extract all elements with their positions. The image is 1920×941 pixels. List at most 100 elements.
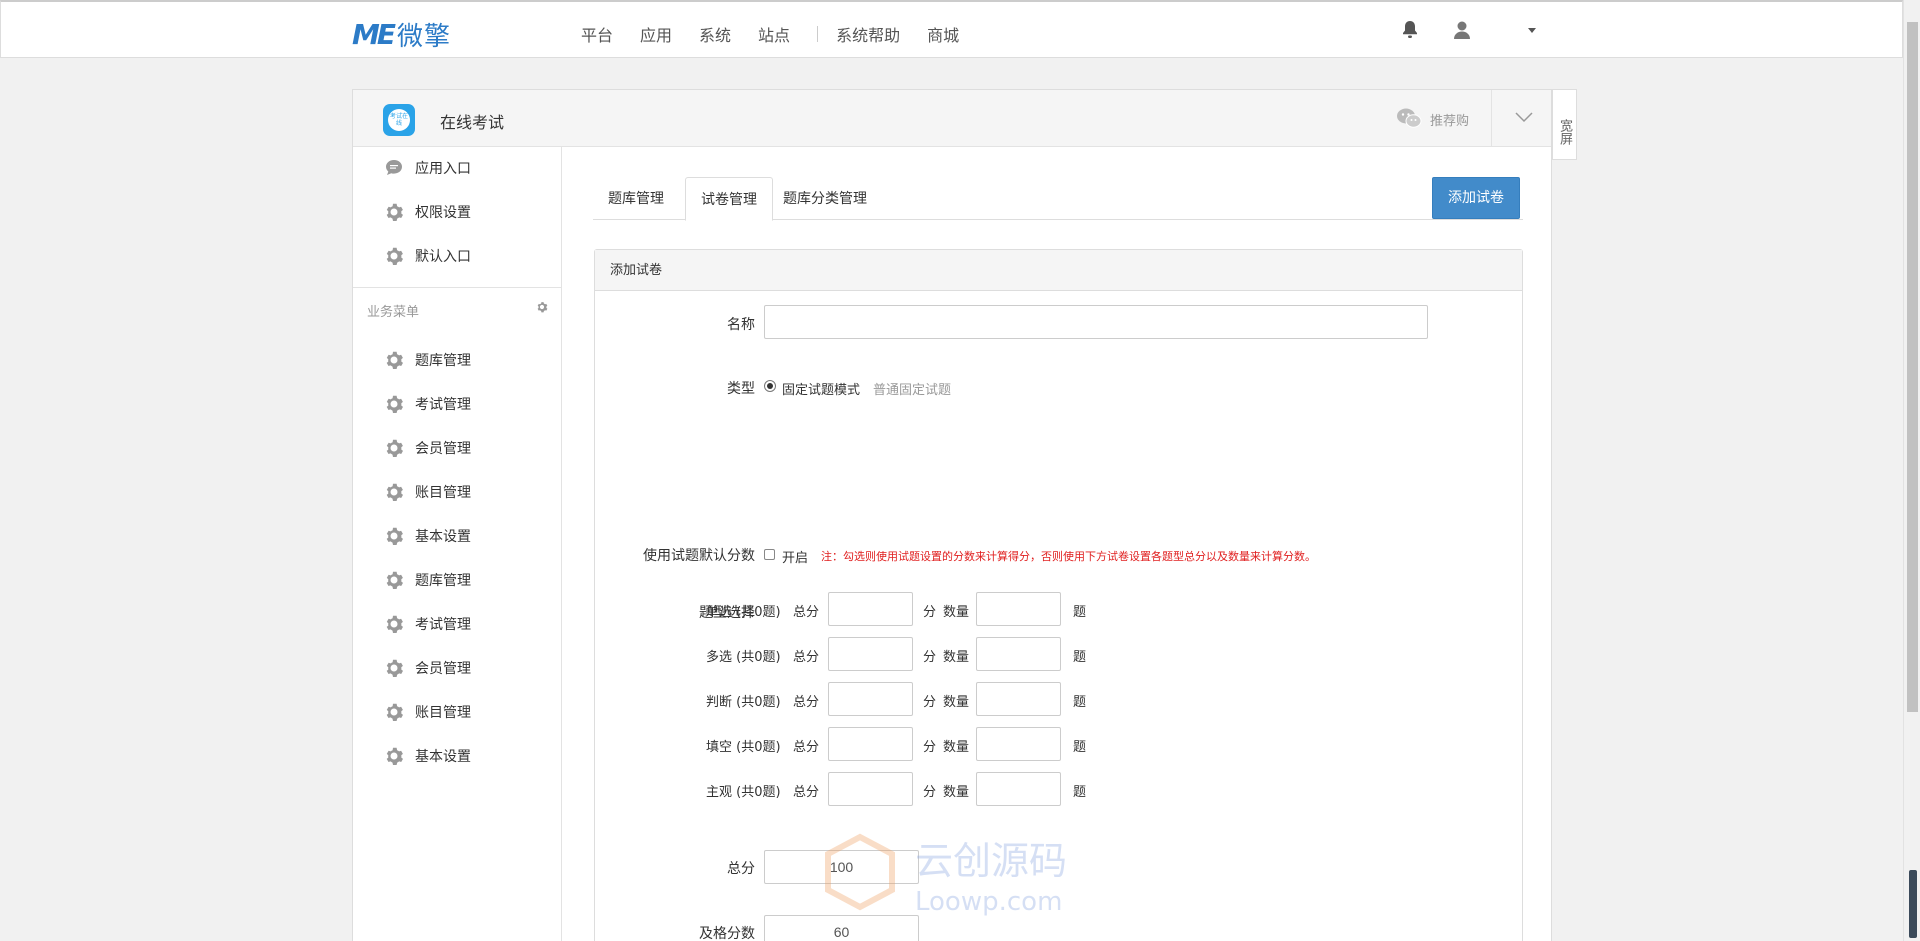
sidebar-menu-item[interactable]: 考试管理 [384, 613, 471, 635]
type-count-input[interactable] [976, 727, 1061, 761]
question-type-row: 多选 (共0题) 总分 分数量 题 [706, 637, 1233, 673]
settings-gear-icon[interactable] [536, 301, 548, 313]
top-navbar: ME 微擎 平台 应用 系统 站点 系统帮助 商城 [0, 0, 1903, 58]
default-score-checkbox[interactable] [764, 549, 775, 560]
score-unit: 分 [923, 650, 937, 665]
count-unit: 题 [1073, 740, 1087, 755]
default-score-option-label: 开启 [782, 551, 809, 566]
gear-icon [386, 395, 403, 413]
name-label: 名称 [727, 317, 755, 333]
gear-icon [386, 351, 403, 369]
add-paper-button[interactable]: 添加试卷 [1432, 177, 1520, 219]
default-score-label: 使用试题默认分数 [643, 548, 755, 564]
type-score-input[interactable] [828, 727, 913, 761]
sidebar-item-label: 权限设置 [415, 205, 471, 221]
sidebar-menu-item[interactable]: 基本设置 [384, 525, 471, 547]
tab-question-bank[interactable]: 题库管理 [593, 177, 679, 220]
sidebar-menu-item[interactable]: 会员管理 [384, 657, 471, 679]
total-score-text: 总分 [793, 695, 820, 710]
count-text: 数量 [943, 740, 970, 755]
sidebar-item-label: 题库管理 [415, 353, 471, 369]
question-type-name: 主观 (共0题) [706, 785, 781, 800]
sidebar-item-label: 账目管理 [415, 705, 471, 721]
wechat-icon[interactable] [1396, 107, 1422, 129]
type-label: 类型 [727, 381, 755, 397]
brand-logo[interactable]: ME 微擎 [352, 16, 451, 53]
business-menu-header: 业务菜单 [353, 287, 561, 331]
sidebar: 应用入口 权限设置 默认入口 业务菜单 题库管理 考试管理 会员管理 账目管理 基本设置… [353, 147, 562, 941]
type-score-input[interactable] [828, 637, 913, 671]
sidebar-item-label: 默认入口 [415, 249, 471, 265]
gear-icon [386, 703, 403, 721]
sidebar-item-app-entry[interactable]: 应用入口 [384, 157, 471, 179]
pass-score-label: 及格分数 [699, 926, 755, 941]
app-header: 考试在线 在线考试 推荐购 [353, 90, 1551, 147]
type-option-label: 固定试题模式 [782, 383, 861, 398]
sidebar-menu-item[interactable]: 账目管理 [384, 701, 471, 723]
count-text: 数量 [943, 650, 970, 665]
chevron-down-icon[interactable] [1515, 110, 1533, 124]
app-icon-text: 考试在线 [388, 109, 410, 131]
sidebar-menu-item[interactable]: 会员管理 [384, 437, 471, 459]
default-score-note: 注：勾选则使用试题设置的分数来计算得分，否则使用下方试卷设置各题型总分以及数量来… [821, 550, 1316, 563]
nav-divider [817, 26, 819, 42]
gear-icon [386, 439, 403, 457]
page-scrollbar[interactable] [1903, 0, 1920, 941]
user-avatar-icon[interactable] [1453, 20, 1471, 40]
count-unit: 题 [1073, 695, 1087, 710]
business-menu-label: 业务菜单 [367, 305, 420, 320]
gear-icon [386, 659, 403, 677]
scrollbar-thumb[interactable] [1907, 22, 1918, 712]
count-text: 数量 [943, 605, 970, 620]
nav-item-system[interactable]: 系统 [699, 22, 731, 46]
type-score-input[interactable] [828, 682, 913, 716]
type-count-input[interactable] [976, 637, 1061, 671]
pass-score-input[interactable] [764, 915, 919, 941]
question-type-row: 单选 (共0题) 总分 分数量 题 [706, 592, 1233, 628]
type-count-input[interactable] [976, 772, 1061, 806]
nav-item-help[interactable]: 系统帮助 [836, 22, 900, 46]
app-icon: 考试在线 [383, 104, 415, 136]
tab-bank-category[interactable]: 题库分类管理 [768, 177, 882, 220]
type-option-desc: 普通固定试题 [873, 383, 952, 398]
type-count-input[interactable] [976, 592, 1061, 626]
total-score-text: 总分 [793, 650, 820, 665]
sidebar-item-label: 基本设置 [415, 749, 471, 765]
gear-icon [386, 247, 403, 265]
user-menu-caret-icon[interactable] [1528, 28, 1536, 33]
chat-bubble-icon [386, 160, 402, 175]
count-text: 数量 [943, 785, 970, 800]
sidebar-menu-item[interactable]: 基本设置 [384, 745, 471, 767]
nav-item-apps[interactable]: 应用 [640, 22, 672, 46]
floating-widget[interactable] [1909, 870, 1917, 938]
sidebar-item-label: 考试管理 [415, 617, 471, 633]
gear-icon [386, 483, 403, 501]
paper-name-input[interactable] [764, 305, 1428, 339]
type-score-input[interactable] [828, 772, 913, 806]
logo-mark: ME [352, 18, 396, 51]
gear-icon [386, 203, 403, 221]
type-count-input[interactable] [976, 682, 1061, 716]
wide-screen-toggle[interactable]: 宽屏 [1552, 89, 1577, 160]
nav-item-site[interactable]: 站点 [758, 22, 790, 46]
gear-icon [386, 571, 403, 589]
sidebar-menu-item[interactable]: 题库管理 [384, 349, 471, 371]
total-score-input[interactable] [764, 850, 919, 884]
sidebar-menu-item[interactable]: 考试管理 [384, 393, 471, 415]
score-unit: 分 [923, 695, 937, 710]
sidebar-menu-item[interactable]: 题库管理 [384, 569, 471, 591]
type-radio-fixed[interactable] [764, 380, 776, 392]
tab-paper-management[interactable]: 试卷管理 [685, 177, 773, 221]
sidebar-item-permissions[interactable]: 权限设置 [384, 201, 471, 223]
sidebar-menu-item[interactable]: 账目管理 [384, 481, 471, 503]
count-unit: 题 [1073, 605, 1087, 620]
type-score-input[interactable] [828, 592, 913, 626]
recommend-link[interactable]: 推荐购 [1430, 110, 1469, 129]
sidebar-item-label: 题库管理 [415, 573, 471, 589]
sidebar-item-label: 考试管理 [415, 397, 471, 413]
bell-icon[interactable] [1402, 20, 1418, 40]
nav-item-platform[interactable]: 平台 [581, 22, 613, 46]
nav-item-store[interactable]: 商城 [927, 22, 959, 46]
sidebar-item-default-entry[interactable]: 默认入口 [384, 245, 471, 267]
tab-bar: 题库管理 试卷管理 题库分类管理 [593, 177, 1523, 221]
